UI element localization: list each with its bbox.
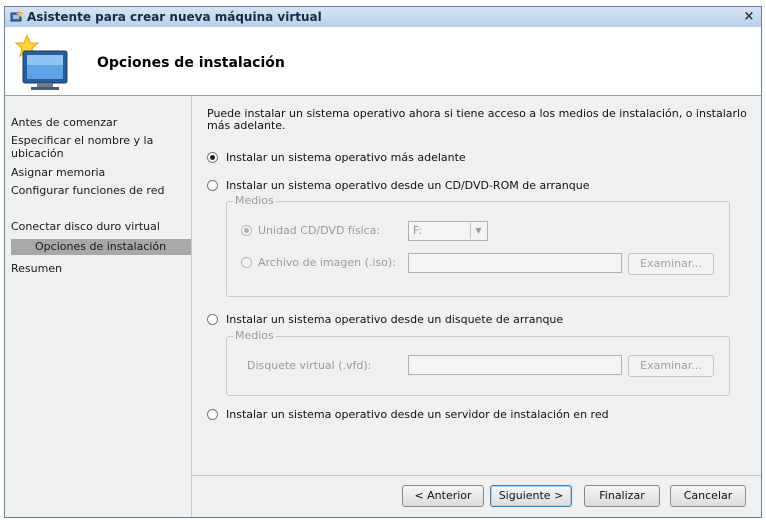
radio-install-network[interactable]	[207, 409, 218, 420]
wizard-window: Asistente para crear nueva máquina virtu…	[4, 6, 762, 518]
finish-button[interactable]: Finalizar	[584, 485, 660, 507]
step-conectar-disco[interactable]: Conectar disco duro virtual	[11, 220, 181, 233]
title-bar[interactable]: Asistente para crear nueva máquina virtu…	[5, 7, 761, 28]
chevron-down-icon[interactable]: ▼	[470, 223, 486, 239]
radio-image-file[interactable]	[241, 257, 252, 268]
step-especificar-nombre[interactable]: Especificar el nombre y la ubicación	[11, 134, 181, 160]
step-configurar-red[interactable]: Configurar funciones de red	[11, 184, 181, 197]
browse-vfd-button[interactable]: Examinar...	[628, 355, 714, 377]
step-antes-de-comenzar[interactable]: Antes de comenzar	[11, 116, 181, 129]
physical-drive-select[interactable]: F: ▼	[408, 221, 488, 241]
step-asignar-memoria[interactable]: Asignar memoria	[11, 166, 181, 179]
option-install-floppy-label[interactable]: Instalar un sistema operativo desde un d…	[226, 313, 563, 326]
main-content: Puede instalar un sistema operativo ahor…	[192, 96, 761, 476]
window-title: Asistente para crear nueva máquina virtu…	[27, 10, 322, 24]
hyper-v-icon	[10, 10, 24, 22]
browse-iso-button[interactable]: Examinar...	[628, 253, 714, 275]
radio-physical-drive[interactable]	[241, 225, 252, 236]
back-button[interactable]: < Anterior	[402, 485, 484, 507]
wizard-computer-star-icon	[14, 33, 68, 90]
next-button[interactable]: Siguiente >	[490, 485, 572, 507]
radio-install-later[interactable]	[207, 152, 218, 163]
radio-install-floppy[interactable]	[207, 314, 218, 325]
radio-install-cd[interactable]	[207, 180, 218, 191]
floppy-input[interactable]	[408, 355, 622, 375]
physical-drive-label: Unidad CD/DVD física:	[258, 224, 381, 237]
cancel-button[interactable]: Cancelar	[670, 485, 746, 507]
image-file-input[interactable]	[408, 253, 622, 273]
step-resumen[interactable]: Resumen	[11, 262, 181, 275]
step-opciones-instalacion[interactable]: Opciones de instalación	[11, 239, 191, 255]
floppy-label: Disquete virtual (.vfd):	[247, 359, 372, 372]
floppy-media-legend: Medios	[233, 329, 276, 342]
option-install-network-label[interactable]: Instalar un sistema operativo desde un s…	[226, 408, 609, 421]
page-title: Opciones de instalación	[97, 55, 285, 71]
page-header: Opciones de instalación	[5, 27, 761, 96]
close-icon[interactable]: ×	[741, 9, 757, 25]
image-file-label: Archivo de imagen (.iso):	[258, 256, 396, 269]
intro-text: Puede instalar un sistema operativo ahor…	[207, 107, 747, 132]
floppy-media-group: Medios Disquete virtual (.vfd): Examinar…	[226, 329, 730, 396]
wizard-steps-sidebar: Antes de comenzar Especificar el nombre …	[5, 96, 192, 517]
physical-drive-value: F:	[413, 224, 423, 237]
option-install-cd-label[interactable]: Instalar un sistema operativo desde un C…	[226, 179, 589, 192]
cd-media-legend: Medios	[233, 194, 276, 207]
wizard-footer: < Anterior Siguiente > Finalizar Cancela…	[192, 475, 761, 517]
option-install-later-label[interactable]: Instalar un sistema operativo más adelan…	[226, 151, 466, 164]
cd-media-group: Medios Unidad CD/DVD física: F: ▼ Archiv…	[226, 194, 730, 297]
